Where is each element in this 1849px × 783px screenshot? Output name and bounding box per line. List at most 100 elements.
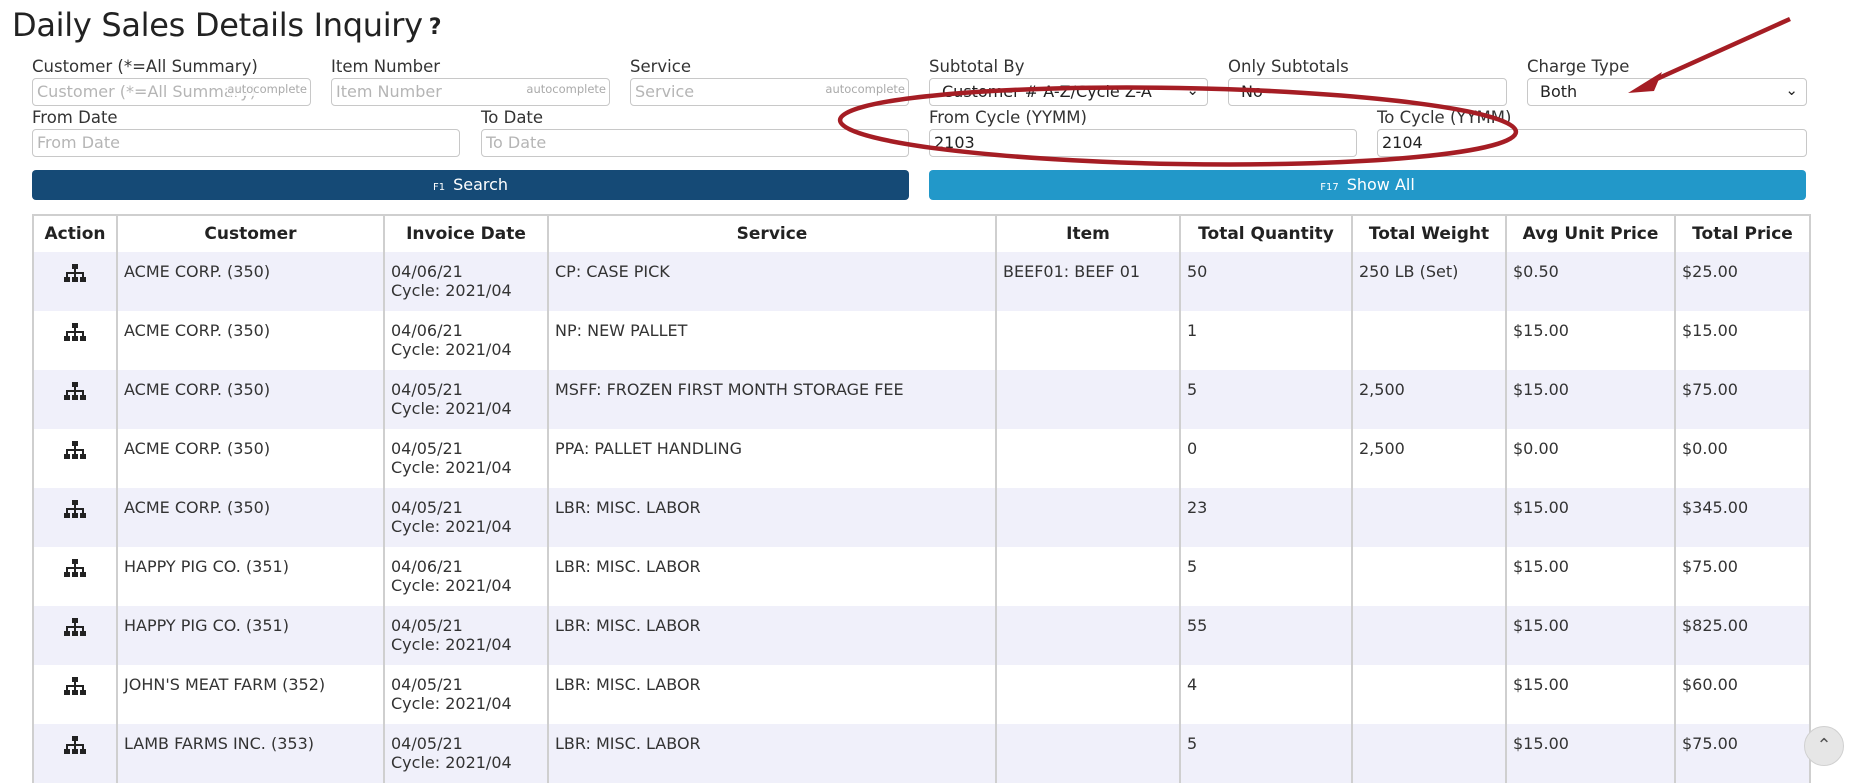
table-row: ACME CORP. (350) 04/06/21 Cycle: 2021/04 NP… [34, 311, 1809, 370]
column-header-avg-unit-price[interactable]: Avg Unit Price [1506, 216, 1676, 252]
chevron-down-icon: ⌄ [1186, 81, 1199, 99]
sitemap-icon[interactable] [64, 500, 86, 524]
to-date-label: To Date [481, 108, 544, 127]
column-header-customer[interactable]: Customer [117, 216, 385, 252]
invoice-date: 04/05/21 [391, 616, 463, 635]
invoice-cycle: Cycle: 2021/04 [391, 399, 512, 418]
from-cycle-label: From Cycle (YYMM) [929, 108, 1087, 127]
column-header-service[interactable]: Service [548, 216, 997, 252]
service-placeholder: Service [635, 82, 695, 101]
to-date-field: To Date To Date [481, 108, 909, 157]
from-cycle-value: 2103 [934, 133, 975, 152]
item-number-label: Item Number [331, 57, 441, 76]
customer-autocomplete-tag: autocomplete [227, 82, 307, 96]
show-all-button[interactable]: F17 Show All [929, 170, 1806, 200]
customer-cell: ACME CORP. (350) [117, 311, 385, 370]
scroll-top-button[interactable]: ⌃ [1804, 726, 1844, 766]
service-input[interactable]: Service autocomplete [630, 78, 909, 106]
subtotal-by-label: Subtotal By [929, 57, 1025, 76]
help-icon[interactable]: ? [429, 15, 442, 40]
column-header-action[interactable]: Action [34, 216, 118, 252]
invoice-date: 04/05/21 [391, 380, 463, 399]
search-label: Search [453, 175, 509, 194]
invoice-date: 04/05/21 [391, 675, 463, 694]
invoice-date-cell: 04/05/21 Cycle: 2021/04 [384, 724, 549, 783]
search-button[interactable]: F1 Search [32, 170, 909, 200]
customer-cell: ACME CORP. (350) [117, 252, 385, 311]
column-header-total-weight[interactable]: Total Weight [1352, 216, 1507, 252]
total-price-cell: $15.00 [1675, 311, 1809, 370]
to-date-placeholder: To Date [486, 133, 547, 152]
table-row: JOHN'S MEAT FARM (352) 04/05/21 Cycle: 202… [34, 665, 1809, 724]
service-cell: NP: NEW PALLET [548, 311, 997, 370]
sitemap-icon[interactable] [64, 264, 86, 288]
customer-cell: LAMB FARMS INC. (353) [117, 724, 385, 783]
total-weight-cell: 2,500 [1352, 429, 1507, 488]
item-cell [996, 665, 1181, 724]
total-price-cell: $25.00 [1675, 252, 1809, 311]
sitemap-icon[interactable] [64, 323, 86, 347]
action-cell [34, 547, 118, 606]
column-header-total-quantity[interactable]: Total Quantity [1180, 216, 1353, 252]
invoice-date-cell: 04/06/21 Cycle: 2021/04 [384, 311, 549, 370]
column-header-total-price[interactable]: Total Price [1675, 216, 1809, 252]
sitemap-icon[interactable] [64, 736, 86, 760]
customer-cell: ACME CORP. (350) [117, 370, 385, 429]
table-row: ACME CORP. (350) 04/05/21 Cycle: 2021/04 LB… [34, 488, 1809, 547]
from-date-input[interactable]: From Date [32, 129, 460, 157]
table-row: ACME CORP. (350) 04/05/21 Cycle: 2021/04 PP… [34, 429, 1809, 488]
action-cell [34, 488, 118, 547]
table-header-row: Action Customer Invoice Date Service Ite… [34, 216, 1809, 252]
invoice-date: 04/06/21 [391, 557, 463, 576]
customer-cell: JOHN'S MEAT FARM (352) [117, 665, 385, 724]
table-row: HAPPY PIG CO. (351) 04/05/21 Cycle: 2021/0… [34, 606, 1809, 665]
subtotal-by-select[interactable]: Customer # A-Z/Cycle Z-A ⌄ [929, 78, 1208, 106]
only-subtotals-field: Only Subtotals No [1228, 57, 1507, 106]
to-cycle-input[interactable]: 2104 [1377, 129, 1807, 157]
total-quantity-cell: 5 [1180, 724, 1353, 783]
service-cell: LBR: MISC. LABOR [548, 547, 997, 606]
total-weight-cell [1352, 724, 1507, 783]
from-cycle-input[interactable]: 2103 [929, 129, 1357, 157]
table-row: ACME CORP. (350) 04/06/21 Cycle: 2021/04 CP… [34, 252, 1809, 311]
invoice-cycle: Cycle: 2021/04 [391, 281, 512, 300]
customer-cell: HAPPY PIG CO. (351) [117, 606, 385, 665]
sitemap-icon[interactable] [64, 618, 86, 642]
customer-input[interactable]: Customer (*=All Summary) autocomplete [32, 78, 311, 106]
charge-type-select[interactable]: Both ⌄ [1527, 78, 1807, 106]
chevron-up-icon: ⌃ [1816, 735, 1832, 756]
to-cycle-field: To Cycle (YYMM) 2104 [1377, 108, 1807, 157]
total-weight-cell [1352, 488, 1507, 547]
invoice-cycle: Cycle: 2021/04 [391, 517, 512, 536]
column-header-item[interactable]: Item [996, 216, 1181, 252]
only-subtotals-label: Only Subtotals [1228, 57, 1349, 76]
item-number-placeholder: Item Number [336, 82, 442, 101]
item-cell [996, 488, 1181, 547]
sitemap-icon[interactable] [64, 441, 86, 465]
only-subtotals-select[interactable]: No [1228, 78, 1507, 106]
invoice-date-cell: 04/06/21 Cycle: 2021/04 [384, 252, 549, 311]
from-date-field: From Date From Date [32, 108, 460, 157]
total-weight-cell [1352, 665, 1507, 724]
sitemap-icon[interactable] [64, 559, 86, 583]
invoice-date-cell: 04/05/21 Cycle: 2021/04 [384, 665, 549, 724]
avg-unit-price-cell: $0.00 [1506, 429, 1676, 488]
search-fkey: F1 [432, 182, 446, 193]
item-number-input[interactable]: Item Number autocomplete [331, 78, 610, 106]
total-weight-cell: 2,500 [1352, 370, 1507, 429]
invoice-date: 04/06/21 [391, 262, 463, 281]
total-quantity-cell: 55 [1180, 606, 1353, 665]
invoice-cycle: Cycle: 2021/04 [391, 753, 512, 772]
action-cell [34, 665, 118, 724]
avg-unit-price-cell: $0.50 [1506, 252, 1676, 311]
column-header-invoice-date[interactable]: Invoice Date [384, 216, 549, 252]
sitemap-icon[interactable] [64, 382, 86, 406]
invoice-date: 04/05/21 [391, 439, 463, 458]
total-quantity-cell: 5 [1180, 547, 1353, 606]
sitemap-icon[interactable] [64, 677, 86, 701]
service-field: Service Service autocomplete [630, 57, 909, 106]
customer-cell: ACME CORP. (350) [117, 429, 385, 488]
avg-unit-price-cell: $15.00 [1506, 606, 1676, 665]
total-price-cell: $345.00 [1675, 488, 1809, 547]
to-date-input[interactable]: To Date [481, 129, 909, 157]
